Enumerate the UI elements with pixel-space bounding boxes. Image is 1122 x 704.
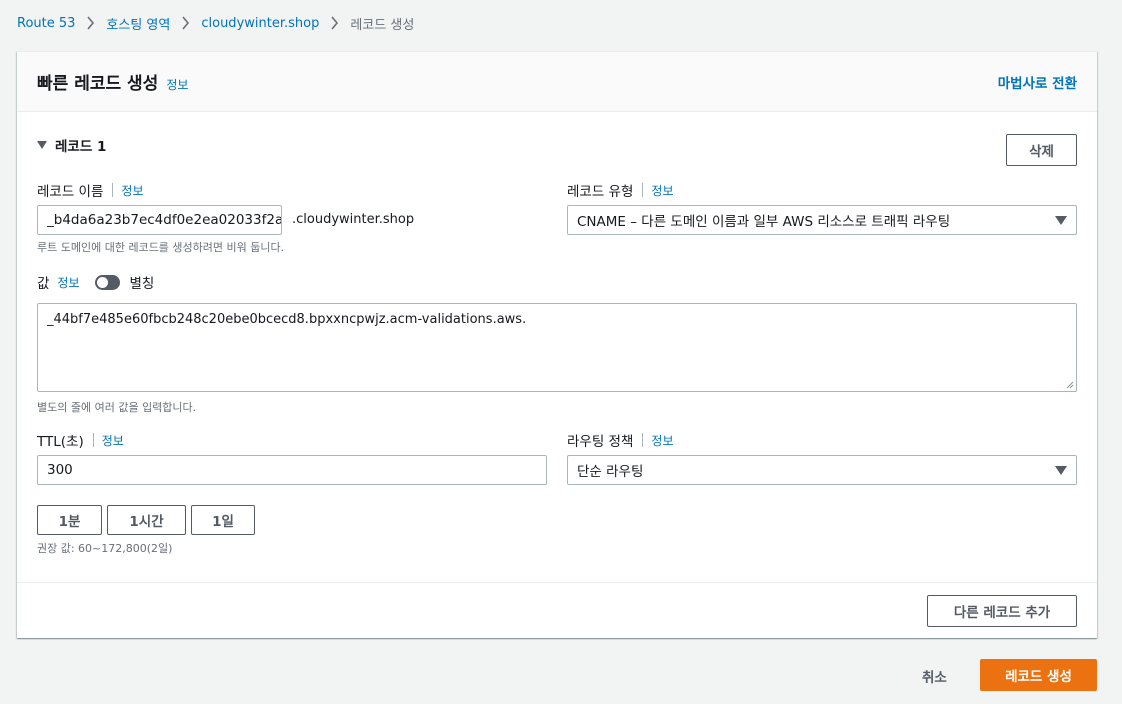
toggle-knob xyxy=(96,276,108,288)
chevron-right-icon xyxy=(181,16,190,30)
cancel-button[interactable]: 취소 xyxy=(922,666,947,686)
caret-down-icon xyxy=(1055,465,1067,475)
delete-record-button[interactable]: 삭제 xyxy=(1006,134,1077,166)
resize-handle-icon[interactable] xyxy=(1065,380,1074,389)
ttl-label: TTL(초) 정보 xyxy=(37,432,124,450)
record-name-suffix: .cloudywinter.shop xyxy=(292,212,415,227)
chevron-right-icon xyxy=(330,16,339,30)
caret-down-icon xyxy=(1055,215,1067,225)
ttl-1hour-button[interactable]: 1시간 xyxy=(107,505,186,535)
record-name-label: 레코드 이름 정보 xyxy=(37,182,144,200)
alias-label: 별칭 xyxy=(129,276,155,292)
record-name-hint: 루트 도메인에 대한 레코드를 생성하려면 비워 둡니다. xyxy=(37,241,285,254)
value-label: 값 xyxy=(37,276,50,292)
value-info-link[interactable]: 정보 xyxy=(57,274,79,291)
record-name-input[interactable]: _b4da6a23b7ec4df0e2ea02033f2a xyxy=(37,205,282,235)
ttl-input[interactable]: 300 xyxy=(37,455,547,485)
record-type-select[interactable]: CNAME – 다른 도메인 이름과 일부 AWS 리소스로 트래픽 라우팅 xyxy=(567,205,1077,235)
value-label-row: 값 정보 별칭 xyxy=(37,272,154,292)
panel-divider xyxy=(17,582,1097,583)
breadcrumb-current: 레코드 생성 xyxy=(350,17,415,33)
caret-down-icon xyxy=(37,141,47,149)
value-hint: 별도의 줄에 여러 값을 입력합니다. xyxy=(37,401,197,414)
ttl-1min-button[interactable]: 1분 xyxy=(37,505,102,535)
breadcrumb-route53[interactable]: Route 53 xyxy=(17,16,75,31)
panel-header: 빠른 레코드 생성 정보 마법사로 전환 xyxy=(17,52,1097,112)
breadcrumb: Route 53 호스팅 영역 cloudywinter.shop 레코드 생성 xyxy=(17,14,415,33)
ttl-1day-button[interactable]: 1일 xyxy=(191,505,255,535)
record-type-info-link[interactable]: 정보 xyxy=(651,182,673,199)
create-records-button[interactable]: 레코드 생성 xyxy=(980,659,1097,691)
record-section-toggle[interactable]: 레코드 1 xyxy=(37,135,106,155)
record-type-label: 레코드 유형 정보 xyxy=(567,182,674,200)
chevron-right-icon xyxy=(86,16,95,30)
ttl-hint: 권장 값: 60~172,800(2일) xyxy=(37,542,173,555)
value-textarea[interactable]: _44bf7e485e60fbcb248c20ebe0bcecd8.bpxxnc… xyxy=(37,303,1077,392)
routing-policy-info-link[interactable]: 정보 xyxy=(651,432,673,449)
record-section-title: 레코드 1 xyxy=(55,139,107,155)
routing-policy-select[interactable]: 단순 라우팅 xyxy=(567,455,1077,485)
alias-toggle[interactable] xyxy=(94,274,120,290)
breadcrumb-zone[interactable]: cloudywinter.shop xyxy=(201,16,319,31)
quick-create-panel: 빠른 레코드 생성 정보 마법사로 전환 레코드 1 삭제 레코드 이름 정보 … xyxy=(17,51,1097,638)
routing-policy-label: 라우팅 정책 정보 xyxy=(567,432,674,450)
ttl-info-link[interactable]: 정보 xyxy=(102,432,124,449)
title-info-link[interactable]: 정보 xyxy=(166,76,188,93)
page-title: 빠른 레코드 생성 xyxy=(37,74,159,94)
record-name-info-link[interactable]: 정보 xyxy=(121,182,143,199)
switch-to-wizard-link[interactable]: 마법사로 전환 xyxy=(998,72,1077,92)
breadcrumb-hosted-zones[interactable]: 호스팅 영역 xyxy=(106,14,170,33)
add-another-record-button[interactable]: 다른 레코드 추가 xyxy=(927,595,1077,627)
